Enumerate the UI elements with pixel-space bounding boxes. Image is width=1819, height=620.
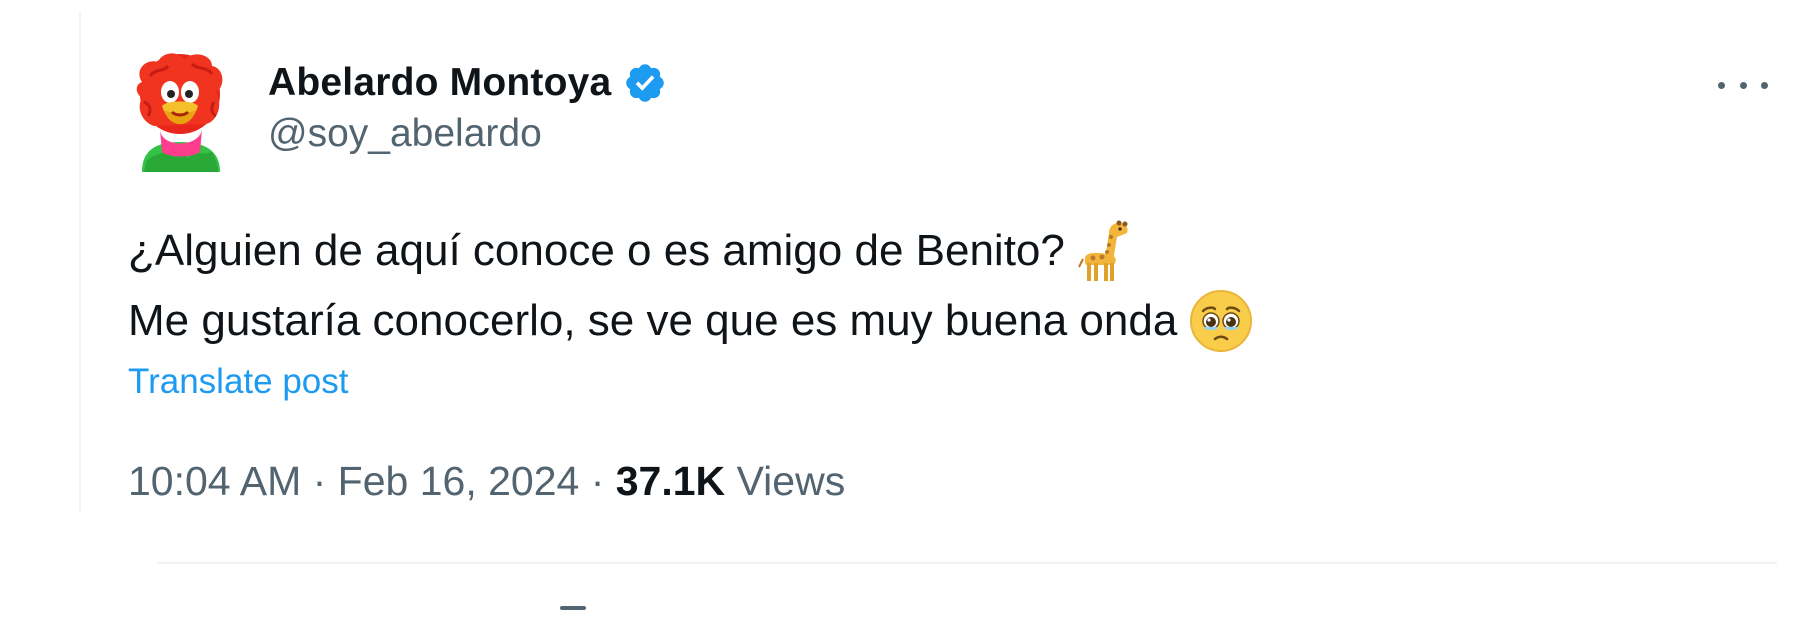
views-count: 37.1K	[615, 458, 726, 504]
tweet-line-1: ¿Alguien de aquí conoce o es amigo de Be…	[128, 216, 1253, 286]
verified-badge-icon[interactable]	[623, 61, 667, 105]
author-display-name[interactable]: Abelardo Montoya	[268, 61, 611, 105]
more-dot-icon	[1718, 81, 1725, 89]
avatar[interactable]	[132, 52, 228, 172]
divider	[157, 562, 1777, 564]
tweet-metadata: 10:04 AM · Feb 16, 2024 · 37.1K Views	[128, 458, 845, 505]
tweet-date[interactable]: Feb 16, 2024	[338, 458, 580, 504]
tweet-line-text: ¿Alguien de aquí conoce o es amigo de Be…	[128, 226, 1065, 275]
views-label: Views	[736, 458, 846, 504]
more-dot-icon	[1739, 81, 1747, 89]
giraffe-emoji-icon	[1077, 220, 1128, 281]
tweet-time[interactable]: 10:04 AM	[128, 458, 301, 504]
thread-rule	[79, 12, 81, 512]
tweet-text: ¿Alguien de aquí conoce o es amigo de Be…	[128, 216, 1253, 356]
tweet-line-text: Me gustaría conocerlo, se ve que es muy …	[128, 296, 1178, 345]
author-handle[interactable]: @soy_abelardo	[268, 112, 667, 156]
author-name-row: Abelardo Montoya	[268, 58, 667, 108]
action-bar-partial	[560, 606, 586, 610]
face-holding-back-tears-emoji-icon	[1190, 290, 1253, 352]
tweet-header: Abelardo Montoya @soy_abelardo	[268, 58, 667, 156]
translate-post-link[interactable]: Translate post	[128, 362, 348, 402]
more-dot-icon	[1761, 81, 1768, 89]
more-options-button[interactable]	[1718, 70, 1768, 100]
meta-separator: ·	[301, 458, 338, 504]
meta-separator: ·	[579, 458, 616, 504]
tweet-line-2: Me gustaría conocerlo, se ve que es muy …	[128, 286, 1253, 356]
